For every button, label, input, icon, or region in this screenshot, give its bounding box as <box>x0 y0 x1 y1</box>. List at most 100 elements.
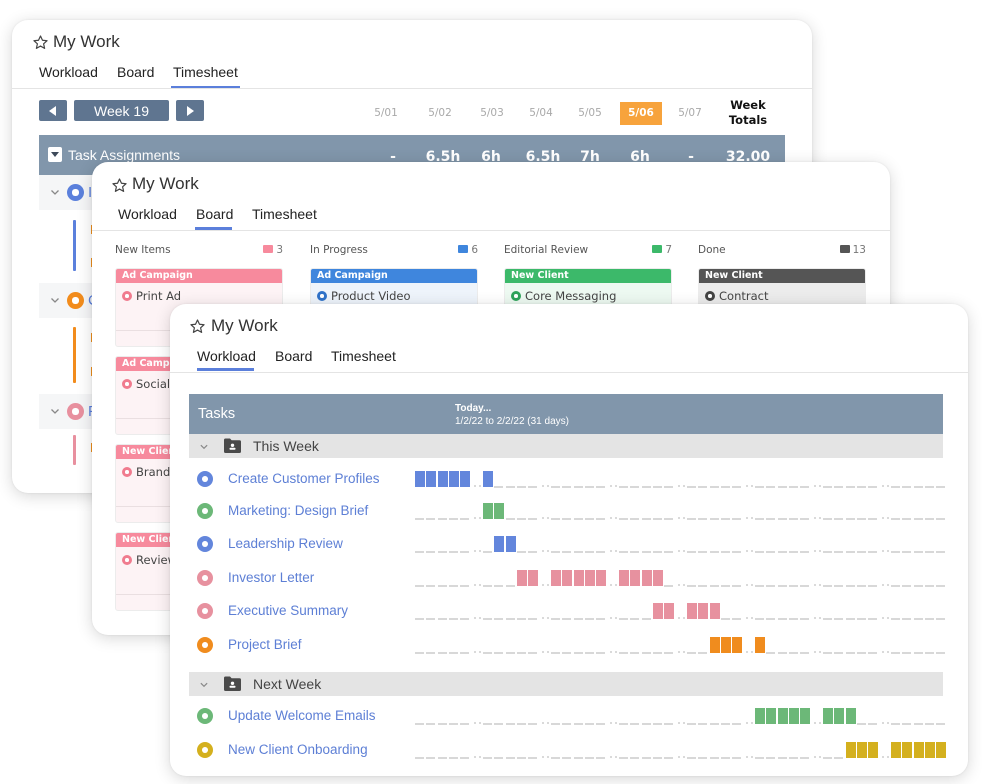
gantt-empty-day <box>913 652 923 654</box>
gantt-empty-day <box>709 551 719 553</box>
week-selector[interactable]: Week 19 <box>74 100 169 121</box>
gantt-empty-day <box>936 486 946 488</box>
gantt-empty-day <box>528 551 538 553</box>
gantt-empty-day <box>505 652 515 654</box>
gantt-weekend-dot <box>678 485 680 487</box>
column-count: 3 <box>263 244 283 256</box>
chevron-down-icon[interactable] <box>50 295 60 305</box>
tab-board[interactable]: Board <box>117 63 154 81</box>
gantt-track <box>415 633 946 657</box>
task-link[interactable]: New Client Onboarding <box>228 742 368 757</box>
gantt-empty-day <box>426 723 436 725</box>
task-link[interactable]: Project Brief <box>228 637 302 652</box>
gantt-weekend-dot <box>746 722 748 724</box>
gantt-empty-day <box>596 723 606 725</box>
group-row-this-week[interactable]: This Week <box>189 434 943 458</box>
gantt-weekend-dot <box>542 550 544 552</box>
gantt-empty-day <box>460 757 470 759</box>
chevron-down-icon[interactable] <box>50 406 60 416</box>
gantt-weekend-dot <box>542 485 544 487</box>
next-week-button[interactable] <box>176 100 204 121</box>
gantt-empty-day <box>494 757 504 759</box>
group-row-next-week[interactable]: Next Week <box>189 672 943 696</box>
task-link[interactable]: Update Welcome Emails <box>228 708 376 723</box>
gantt-bar <box>652 570 663 586</box>
gantt-weekend-dot <box>886 485 889 487</box>
gantt-bar <box>823 708 833 724</box>
tab-timesheet[interactable]: Timesheet <box>252 205 317 223</box>
gantt-empty-day <box>913 551 923 553</box>
today-label[interactable]: Today... <box>455 403 491 414</box>
card-task: Print Ad <box>122 289 181 303</box>
gantt-empty-day <box>856 652 866 654</box>
gantt-empty-day <box>788 551 798 553</box>
card-task-name: Core Messaging <box>525 289 617 303</box>
task-link[interactable]: Executive Summary <box>228 603 348 618</box>
tab-timesheet[interactable]: Timesheet <box>331 347 396 365</box>
gantt-weekend-dot <box>546 550 549 552</box>
tab-workload[interactable]: Workload <box>118 205 177 223</box>
gantt-weekend-dot <box>886 617 889 619</box>
tab-board[interactable]: Board <box>275 347 312 365</box>
gantt-weekend-dot <box>614 756 617 758</box>
task-row: Create Customer Profiles <box>189 467 946 491</box>
gantt-bar <box>755 708 765 724</box>
gantt-empty-day <box>732 757 742 759</box>
task-link[interactable]: Leadership Review <box>228 536 343 551</box>
gantt-empty-day <box>573 723 583 725</box>
gantt-empty-day <box>551 757 560 759</box>
prev-week-button[interactable] <box>39 100 67 121</box>
gantt-empty-day <box>483 618 492 620</box>
gantt-weekend-dot <box>474 517 476 519</box>
gantt-empty-day <box>698 585 708 587</box>
gantt-empty-day <box>891 486 900 488</box>
gantt-weekend-dot <box>682 485 685 487</box>
gantt-empty-day <box>551 723 560 725</box>
gantt-weekend-dot <box>614 651 617 653</box>
count-value: 3 <box>276 244 283 256</box>
star-icon[interactable] <box>32 34 49 51</box>
tab-workload[interactable]: Workload <box>197 347 256 365</box>
star-icon[interactable] <box>189 318 206 335</box>
tab-workload[interactable]: Workload <box>39 63 98 81</box>
task-link[interactable]: Create Customer Profiles <box>228 471 380 486</box>
gantt-weekend-dot <box>750 756 753 758</box>
gantt-weekend-dot <box>610 651 612 653</box>
gantt-empty-day <box>777 652 787 654</box>
gantt-weekend-dot <box>546 722 549 724</box>
card-tag: New Client <box>699 269 865 283</box>
gantt-empty-day <box>415 757 424 759</box>
gantt-empty-day <box>664 757 674 759</box>
gantt-weekend-dot <box>610 517 612 519</box>
tab-board[interactable]: Board <box>196 205 233 223</box>
date-column-today: 5/06 <box>620 102 662 125</box>
color-swatch <box>839 245 850 253</box>
column-title: Done <box>698 244 726 256</box>
gantt-empty-day <box>596 652 606 654</box>
gantt-empty-day <box>823 551 832 553</box>
gantt-empty-day <box>720 585 730 587</box>
gantt-empty-day <box>687 518 696 520</box>
gantt-empty-day <box>664 585 674 587</box>
task-link[interactable]: Marketing: Design Brief <box>228 503 368 518</box>
task-row: Marketing: Design Brief <box>189 499 946 523</box>
gantt-empty-day <box>755 486 764 488</box>
tab-timesheet[interactable]: Timesheet <box>173 63 238 81</box>
chevron-down-icon[interactable] <box>50 187 60 197</box>
chevron-down-icon[interactable] <box>199 442 209 451</box>
gantt-empty-day <box>868 723 878 725</box>
gantt-weekend-dot <box>746 617 748 619</box>
chevron-down-icon[interactable] <box>199 680 209 689</box>
gantt-empty-day <box>936 723 946 725</box>
collapse-toggle[interactable] <box>48 147 62 162</box>
gantt-empty-day <box>709 518 719 520</box>
gantt-empty-day <box>630 486 640 488</box>
star-icon[interactable] <box>111 177 128 194</box>
gantt-weekend-dot <box>610 550 612 552</box>
gantt-track <box>415 499 946 523</box>
count-value: 7 <box>665 244 672 256</box>
task-link[interactable]: Investor Letter <box>228 570 314 585</box>
gantt-empty-day <box>528 518 538 520</box>
gantt-empty-day <box>788 652 798 654</box>
gantt-empty-day <box>834 652 844 654</box>
